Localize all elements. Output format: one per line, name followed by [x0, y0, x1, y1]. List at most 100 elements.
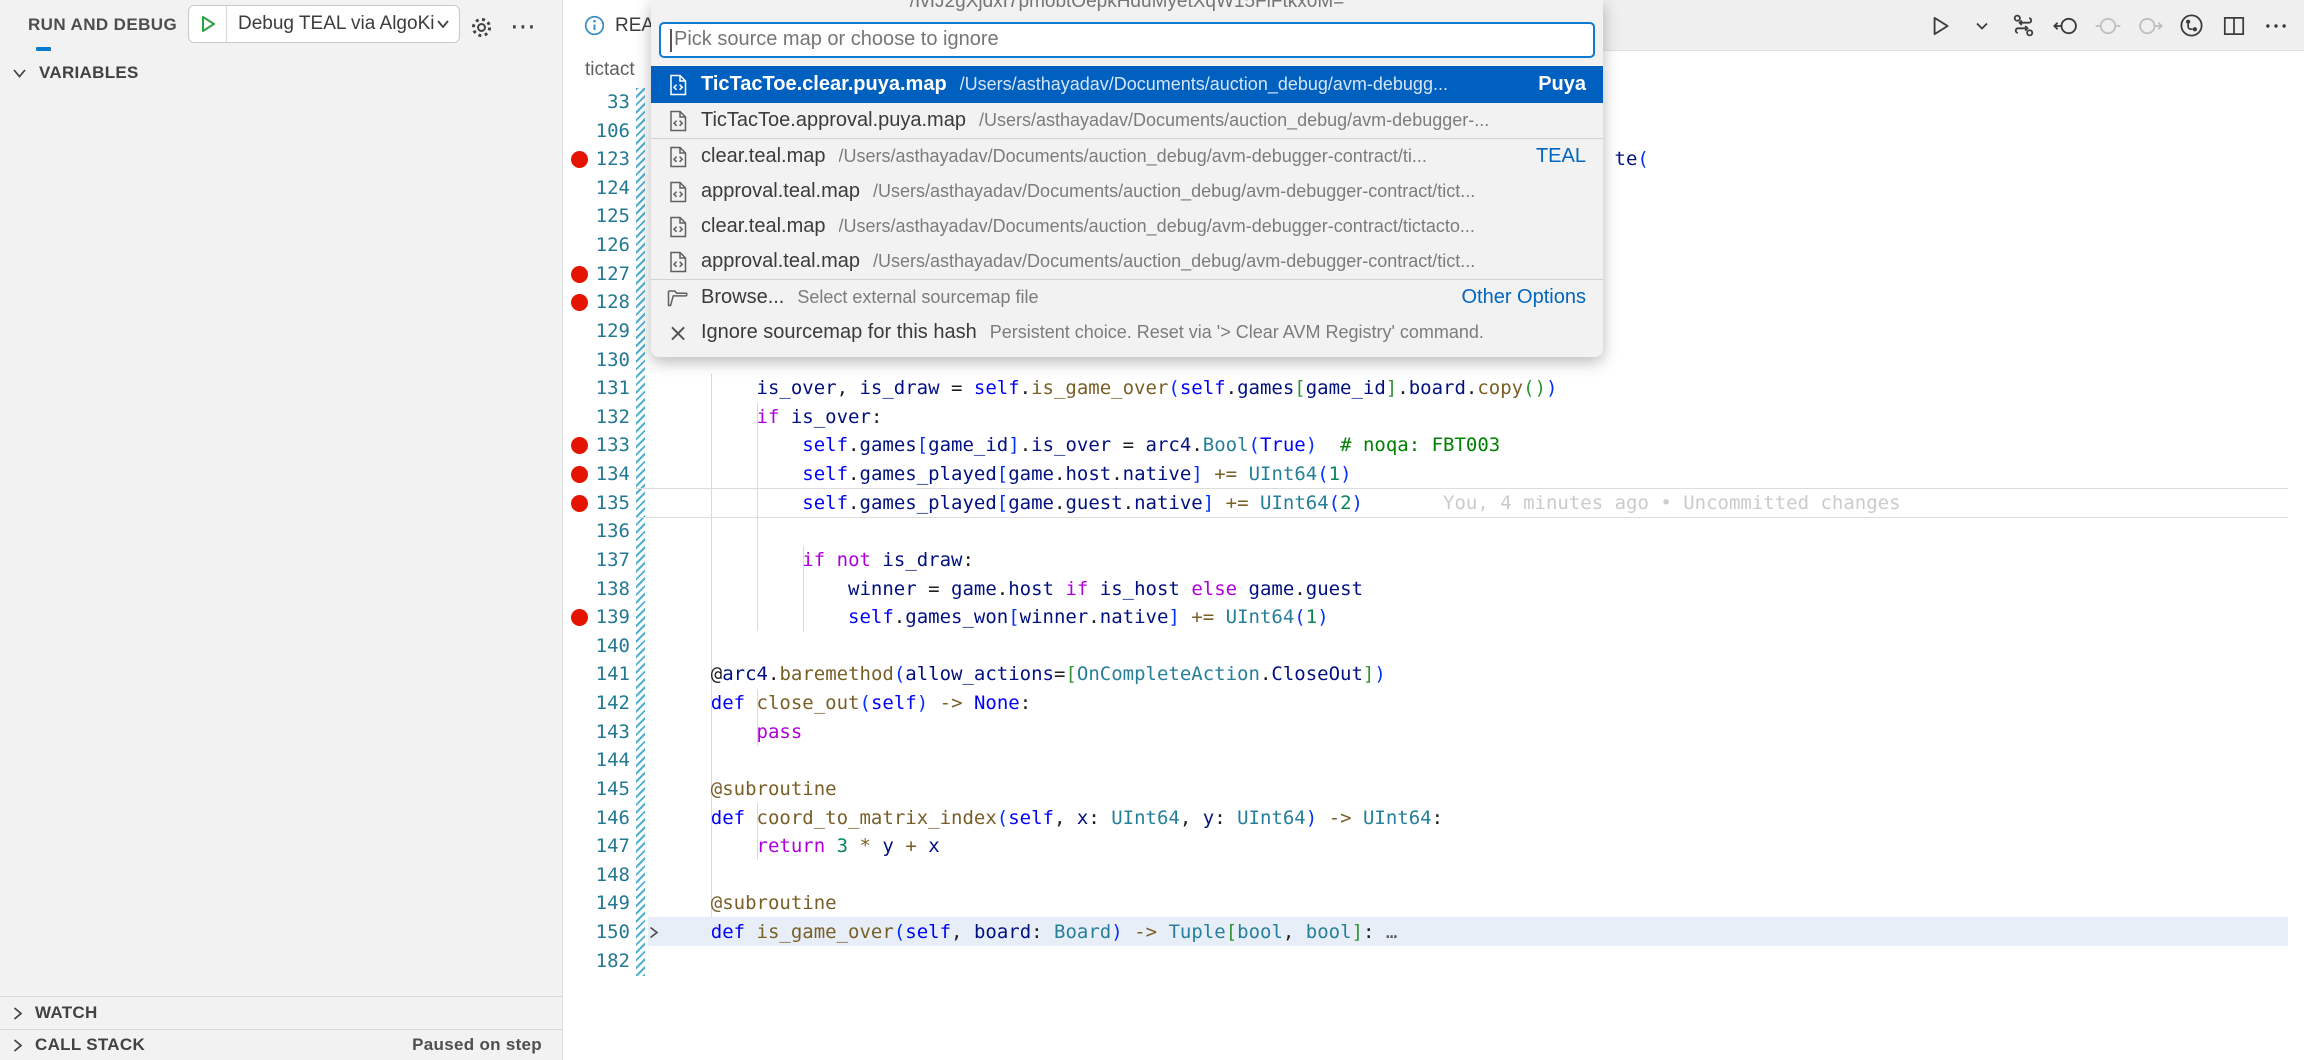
quickpick-item-description: /Users/asthayadav/Documents/auction_debu… — [839, 146, 1522, 167]
code-line-133[interactable]: 133 self.games[game_id].is_over = arc4.B… — [0, 431, 2304, 460]
code-line-147[interactable]: 147 return 3 * y + x — [0, 832, 2304, 861]
source-graph-icon[interactable] — [2175, 9, 2208, 42]
code-line-138[interactable]: 138 winner = game.host if is_host else g… — [0, 575, 2304, 604]
line-number[interactable]: 124 — [520, 174, 630, 203]
debug-config-dropdown[interactable]: Debug TEAL via AlgoKi — [188, 5, 460, 43]
code-text: pass — [665, 718, 802, 747]
line-number[interactable]: 130 — [520, 346, 630, 375]
step-back-icon[interactable] — [2049, 9, 2082, 42]
more-icon[interactable]: ⋯ — [508, 12, 538, 42]
chevron-right-icon — [12, 1038, 23, 1053]
line-number[interactable]: 138 — [520, 575, 630, 604]
code-text: self.games_won[winner.native] += UInt64(… — [665, 603, 1329, 632]
quickpick-item[interactable]: approval.teal.map/Users/asthayadav/Docum… — [651, 244, 1603, 279]
file-code-icon — [666, 109, 690, 133]
code-line-137[interactable]: 137 if not is_draw: — [0, 546, 2304, 575]
code-text: winner = game.host if is_host else game.… — [665, 575, 1363, 604]
code-line-132[interactable]: 132 if is_over: — [0, 403, 2304, 432]
code-line-149[interactable]: 149 @subroutine — [0, 889, 2304, 918]
git-blame-annotation: You, 4 minutes ago • Uncommitted changes — [1443, 489, 1901, 518]
quickpick-item-label: clear.teal.map — [701, 145, 826, 168]
line-number[interactable]: 136 — [520, 517, 630, 546]
quickpick-item[interactable]: TicTacToe.approval.puya.map/Users/asthay… — [651, 103, 1603, 138]
code-line-141[interactable]: 141 @arc4.baremethod(allow_actions=[OnCo… — [0, 660, 2304, 689]
breakpoint-icon[interactable] — [571, 466, 588, 483]
code-line-136[interactable]: 136 — [0, 517, 2304, 546]
code-line-150[interactable]: 150 def is_game_over(self, board: Board)… — [0, 918, 2304, 947]
line-number[interactable]: 182 — [520, 947, 630, 976]
code-line-146[interactable]: 146 def coord_to_matrix_index(self, x: U… — [0, 804, 2304, 833]
code-text: self.games_played[game.host.native] += U… — [665, 460, 1352, 489]
line-number[interactable]: 132 — [520, 403, 630, 432]
info-icon — [583, 14, 606, 37]
start-debug-button[interactable] — [189, 6, 227, 42]
line-number[interactable]: 33 — [520, 88, 630, 117]
quickpick-item-label: TicTacToe.approval.puya.map — [701, 109, 966, 132]
quickpick-item-label: approval.teal.map — [701, 180, 860, 203]
call-stack-section-header[interactable]: CALL STACK Paused on step — [0, 1029, 562, 1060]
quickpick-item[interactable]: ×Ignore sourcemap for this hashPersisten… — [651, 315, 1603, 350]
line-number[interactable]: 126 — [520, 231, 630, 260]
quickpick-item-description: /Users/asthayadav/Documents/auction_debu… — [839, 216, 1586, 237]
line-number[interactable]: 125 — [520, 202, 630, 231]
code-line-182[interactable]: 182 — [0, 947, 2304, 976]
line-number[interactable]: 146 — [520, 804, 630, 833]
quickpick-item[interactable]: Browse...Select external sourcemap fileO… — [651, 280, 1603, 315]
breakpoint-icon[interactable] — [571, 495, 588, 512]
variables-section-header[interactable]: VARIABLES — [0, 57, 562, 89]
call-stack-label: CALL STACK — [35, 1035, 145, 1055]
quickpick-item[interactable]: approval.teal.map/Users/asthayadav/Docum… — [651, 174, 1603, 209]
code-line-143[interactable]: 143 pass — [0, 718, 2304, 747]
line-number[interactable]: 137 — [520, 546, 630, 575]
file-code-icon — [666, 250, 690, 274]
line-number[interactable]: 145 — [520, 775, 630, 804]
run-icon[interactable] — [1923, 9, 1956, 42]
code-line-144[interactable]: 144 — [0, 746, 2304, 775]
line-number[interactable]: 131 — [520, 374, 630, 403]
close-icon: × — [666, 321, 690, 345]
line-number[interactable]: 142 — [520, 689, 630, 718]
more-actions-icon[interactable] — [2259, 9, 2292, 42]
chevron-down-icon — [12, 68, 27, 79]
quickpick-item-label: Ignore sourcemap for this hash — [701, 321, 977, 344]
split-editor-icon[interactable] — [2217, 9, 2250, 42]
breakpoint-icon[interactable] — [571, 266, 588, 283]
play-icon — [197, 13, 219, 35]
code-line-139[interactable]: 139 self.games_won[winner.native] += UIn… — [0, 603, 2304, 632]
line-number[interactable]: 141 — [520, 660, 630, 689]
code-line-134[interactable]: 134 self.games_played[game.host.native] … — [0, 460, 2304, 489]
quickpick-item[interactable]: clear.teal.map/Users/asthayadav/Document… — [651, 139, 1603, 174]
code-line-135[interactable]: 135 self.games_played[game.guest.native]… — [0, 489, 2304, 518]
code-line-145[interactable]: 145 @subroutine — [0, 775, 2304, 804]
line-number[interactable]: 147 — [520, 832, 630, 861]
line-number[interactable]: 148 — [520, 861, 630, 890]
line-number[interactable]: 140 — [520, 632, 630, 661]
line-number[interactable]: 143 — [520, 718, 630, 747]
line-number[interactable]: 129 — [520, 317, 630, 346]
code-line-140[interactable]: 140 — [0, 632, 2304, 661]
code-text: is_over, is_draw = self.is_game_over(sel… — [665, 374, 1557, 403]
quickpick-item[interactable]: clear.teal.map/Users/asthayadav/Document… — [651, 209, 1603, 244]
quickpick-item-description: Select external sourcemap file — [797, 287, 1447, 308]
line-number[interactable]: 106 — [520, 117, 630, 146]
quickpick-input[interactable]: Pick source map or choose to ignore — [659, 22, 1595, 58]
code-line-148[interactable]: 148 — [0, 861, 2304, 890]
gear-icon[interactable] — [466, 12, 496, 42]
fold-chevron-icon[interactable] — [646, 925, 661, 945]
code-text: self.games_played[game.guest.native] += … — [665, 489, 1363, 518]
debug-config-label: Debug TEAL via AlgoKi — [227, 13, 436, 35]
quickpick-item[interactable]: TicTacToe.clear.puya.map/Users/asthayada… — [651, 66, 1603, 103]
line-number[interactable]: 149 — [520, 889, 630, 918]
paused-status-badge: Paused on step — [412, 1035, 542, 1055]
line-number[interactable]: 150 — [520, 918, 630, 947]
compare-icon[interactable] — [2007, 9, 2040, 42]
tab-label: REA — [615, 15, 654, 37]
code-line-131[interactable]: 131 is_over, is_draw = self.is_game_over… — [0, 374, 2304, 403]
sidebar-title: RUN AND DEBUG — [28, 15, 177, 35]
line-number[interactable]: 144 — [520, 746, 630, 775]
code-text: if not is_draw: — [665, 546, 974, 575]
code-line-142[interactable]: 142 def close_out(self) -> None: — [0, 689, 2304, 718]
chevron-right-icon — [12, 1006, 23, 1021]
watch-section-header[interactable]: WATCH — [0, 996, 562, 1029]
run-dropdown-icon[interactable] — [1965, 9, 1998, 42]
